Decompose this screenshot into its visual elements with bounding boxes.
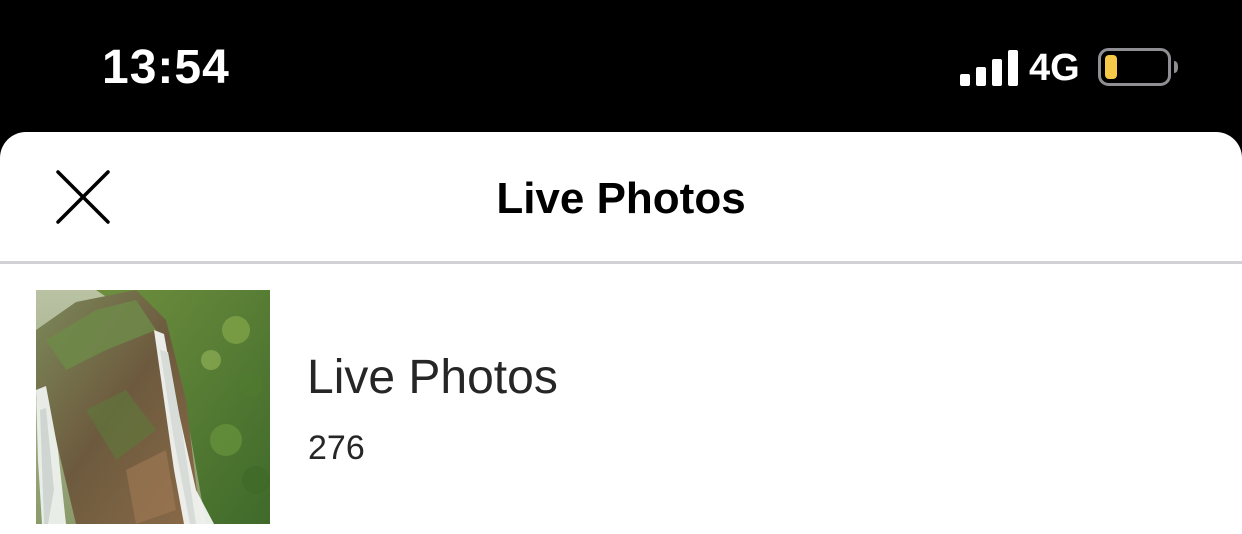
waterfall-photo	[36, 290, 270, 524]
nav-bar: Live Photos	[0, 132, 1242, 264]
album-count: 276	[308, 429, 365, 467]
network-type: 4G	[1029, 47, 1080, 89]
album-picker-sheet: Live Photos Live Photos 276	[0, 132, 1242, 534]
status-time: 13:54	[102, 41, 230, 94]
cellular-signal-icon	[960, 50, 1018, 86]
page-title: Live Photos	[496, 174, 746, 223]
album-name: Live Photos	[307, 351, 558, 404]
album-thumbnail	[36, 290, 270, 524]
battery-icon	[1098, 48, 1178, 86]
status-bar: 13:54 4G	[0, 0, 1242, 132]
album-row-live-photos[interactable]: Live Photos 276	[0, 264, 1242, 534]
